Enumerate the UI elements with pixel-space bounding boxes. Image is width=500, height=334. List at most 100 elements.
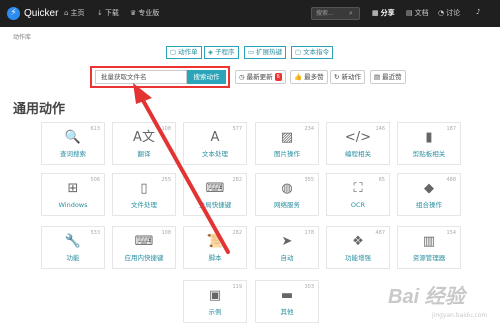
nav-search-icon[interactable]: ⌕	[349, 9, 353, 18]
cubes-icon: ❖	[352, 234, 364, 249]
tab-hotkey[interactable]: ▭ 扩展热键	[244, 46, 287, 59]
nav-download-label: 下载	[104, 9, 119, 17]
nav-notifications[interactable]: ♪	[476, 8, 480, 16]
category-card-windows[interactable]: 506 ⊞ Windows	[41, 173, 105, 216]
filter-latest-label: 最新更新	[246, 73, 273, 81]
nav-docs-label: 文档	[414, 9, 429, 17]
category-label: 文本处理	[202, 150, 228, 158]
category-label: 查词搜索	[60, 150, 86, 158]
category-label: 资源管理器	[412, 254, 446, 262]
windows-icon: ⊞	[67, 181, 79, 196]
thumbs-up-icon: 👍	[294, 73, 303, 81]
subprogram-icon: ◈	[208, 48, 213, 56]
nav-discuss-label: 讨论	[446, 9, 461, 17]
category-card-other[interactable]: 303 ▬ 其他	[255, 280, 319, 323]
file-icon: ▯	[140, 181, 148, 196]
brand-name: Quicker	[24, 8, 59, 19]
category-label: 功能	[66, 254, 80, 262]
presentation-icon: ▣	[208, 288, 222, 303]
category-label: 文件处理	[131, 201, 157, 209]
new-count-badge: 6	[274, 73, 282, 81]
category-label: 功能增强	[345, 254, 371, 262]
category-card-translate[interactable]: 108 A文 翻译	[112, 122, 176, 165]
category-card-code[interactable]: 146 </> 编程相关	[326, 122, 390, 165]
category-label: 其他	[280, 308, 294, 316]
resource-manager-icon: ▥	[422, 234, 436, 249]
search-actions-button[interactable]: 搜索动作	[187, 70, 226, 84]
category-card-text[interactable]: 577 A 文本处理	[183, 122, 247, 165]
code-icon: </>	[344, 130, 372, 145]
category-card-global-hotkey[interactable]: 282 ⌨ 全局快捷键	[183, 173, 247, 216]
filter-new-actions-label: 新动作	[341, 73, 361, 81]
tab-text-cmd-label: 文本指令	[303, 48, 330, 56]
tab-text-cmd[interactable]: ▢ 文本指令	[291, 46, 334, 59]
category-label: 组合操作	[416, 201, 442, 209]
send-icon: ➤	[281, 234, 293, 249]
top-navbar: ⚡ Quicker ⌂ 主页 ↓ 下载 ♛ 专业版 搜索... ⌕ ▦ 分享 ▤…	[0, 0, 500, 27]
filter-new-actions[interactable]: ↻ 新动作	[330, 70, 365, 84]
quicker-logo-icon: ⚡	[7, 7, 20, 20]
action-list-icon: ▢	[170, 48, 177, 56]
category-card-explorer[interactable]: 154 ▥ 资源管理器	[397, 226, 461, 269]
nav-home[interactable]: ⌂ 主页	[64, 8, 84, 18]
tab-action-list[interactable]: ▢ 动作单	[166, 46, 202, 59]
category-label: 全局快捷键	[198, 201, 232, 209]
script-icon: 📜	[206, 234, 224, 249]
nav-docs[interactable]: ▤ 文档	[406, 8, 429, 18]
filter-recent-liked[interactable]: ▤ 最近赞	[370, 70, 406, 84]
category-card-script[interactable]: 282 📜 脚本	[183, 226, 247, 269]
category-card-file[interactable]: 255 ▯ 文件处理	[112, 173, 176, 216]
discuss-icon: ◔	[438, 9, 445, 17]
nav-pro[interactable]: ♛ 专业版	[130, 8, 159, 18]
filter-most-liked-label: 最多赞	[304, 73, 324, 81]
nav-discuss[interactable]: ◔ 讨论	[438, 8, 460, 18]
action-search-input[interactable]: 批量获取文件名	[95, 70, 187, 84]
filter-latest[interactable]: ◷ 最新更新 6	[235, 70, 286, 84]
search-icon: 🔍	[64, 130, 82, 145]
category-card-ocr[interactable]: 65 ⛶ OCR	[326, 173, 390, 216]
category-label: 应用内快捷键	[124, 254, 164, 262]
category-card-function[interactable]: 533 🔧 功能	[41, 226, 105, 269]
category-card-network[interactable]: 355 ◍ 网络服务	[255, 173, 319, 216]
category-label: 翻译	[137, 150, 151, 158]
filter-most-liked[interactable]: 👍 最多赞	[290, 70, 328, 84]
globe-icon: ◍	[281, 181, 293, 196]
home-icon: ⌂	[64, 9, 69, 17]
brand[interactable]: ⚡ Quicker	[7, 6, 58, 21]
category-label: 脚本	[208, 254, 222, 262]
category-card-auto[interactable]: 178 ➤ 自动	[255, 226, 319, 269]
nav-share-label: 分享	[380, 9, 395, 17]
nav-share[interactable]: ▦ 分享	[372, 8, 395, 18]
folder-icon: ▬	[280, 288, 294, 303]
recent-icon: ▤	[374, 73, 381, 81]
filter-recent-liked-label: 最近赞	[382, 73, 402, 81]
search-highlight-box: 批量获取文件名 搜索动作	[90, 66, 230, 88]
tab-subprogram[interactable]: ◈ 子程序	[204, 46, 239, 59]
bell-icon: ♪	[476, 8, 481, 16]
section-title: 通用动作	[13, 101, 66, 116]
clock-icon: ◷	[239, 73, 245, 81]
category-label: 示例	[208, 308, 222, 316]
baidu-watermark-url: jingyan.baidu.com	[432, 312, 488, 319]
category-card-combo[interactable]: 488 ◆ 组合操作	[397, 173, 461, 216]
category-card-image[interactable]: 234 ▨ 图片操作	[255, 122, 319, 165]
image-icon: ▨	[280, 130, 294, 145]
tab-action-list-label: 动作单	[178, 48, 198, 56]
category-card-examples[interactable]: 119 ▣ 示例	[183, 280, 247, 323]
category-card-app-hotkey[interactable]: 108 ⌨ 应用内快捷键	[112, 226, 176, 269]
breadcrumb[interactable]: 动作库	[13, 32, 31, 41]
combo-icon: ◆	[424, 181, 434, 196]
wrench-icon: 🔧	[64, 234, 82, 249]
refresh-icon: ↻	[334, 73, 340, 81]
category-label: OCR	[350, 201, 366, 209]
category-card-enhance[interactable]: 487 ❖ 功能增强	[326, 226, 390, 269]
app-keyboard-icon: ⌨	[134, 234, 154, 249]
download-icon: ↓	[97, 9, 103, 17]
baidu-watermark: Bai 经验	[388, 286, 465, 308]
share-icon: ▦	[372, 9, 379, 17]
text-icon: A	[210, 130, 220, 145]
category-label: 编程相关	[345, 150, 371, 158]
nav-download[interactable]: ↓ 下载	[97, 8, 119, 18]
category-card-clipboard[interactable]: 187 ▮ 剪贴板相关	[397, 122, 461, 165]
category-card-search[interactable]: 613 🔍 查词搜索	[41, 122, 105, 165]
